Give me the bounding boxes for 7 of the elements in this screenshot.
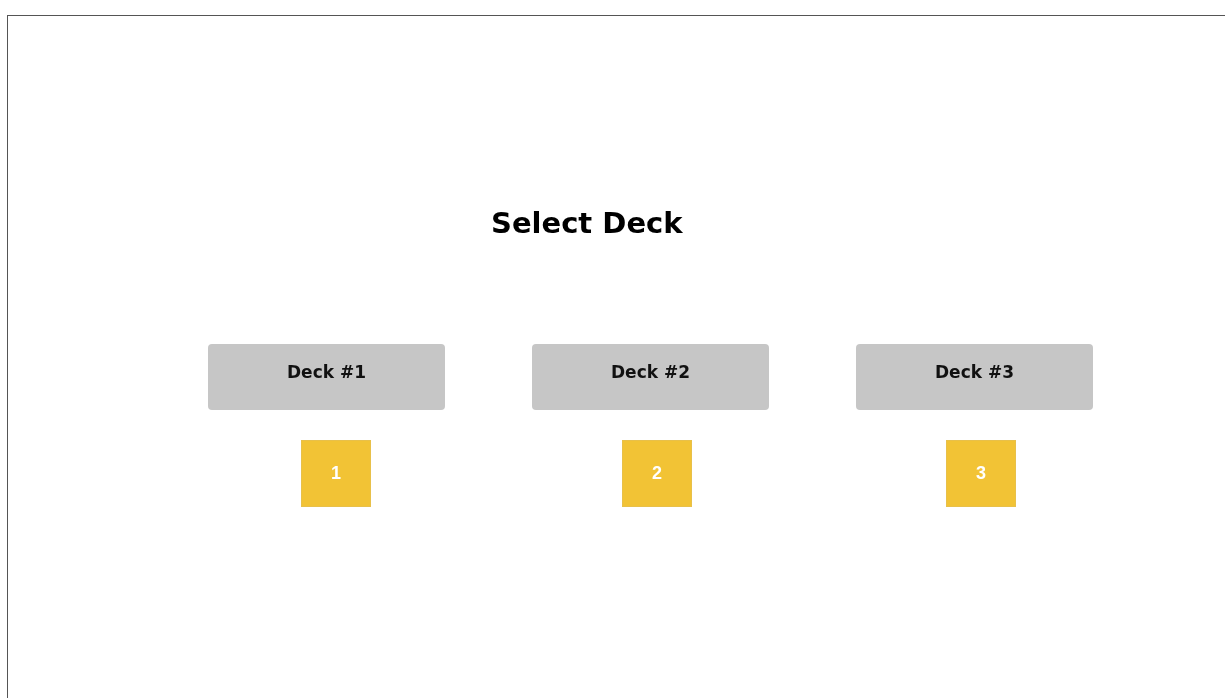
page-title: Select Deck <box>491 205 683 241</box>
deck-number-tile: 2 <box>622 440 692 507</box>
deck-button[interactable]: Deck #2 <box>532 344 769 410</box>
deck-number-tile: 3 <box>946 440 1016 507</box>
deck-button[interactable]: Deck #1 <box>208 344 445 410</box>
deck-number-tile: 1 <box>301 440 371 507</box>
deck-button[interactable]: Deck #3 <box>856 344 1093 410</box>
